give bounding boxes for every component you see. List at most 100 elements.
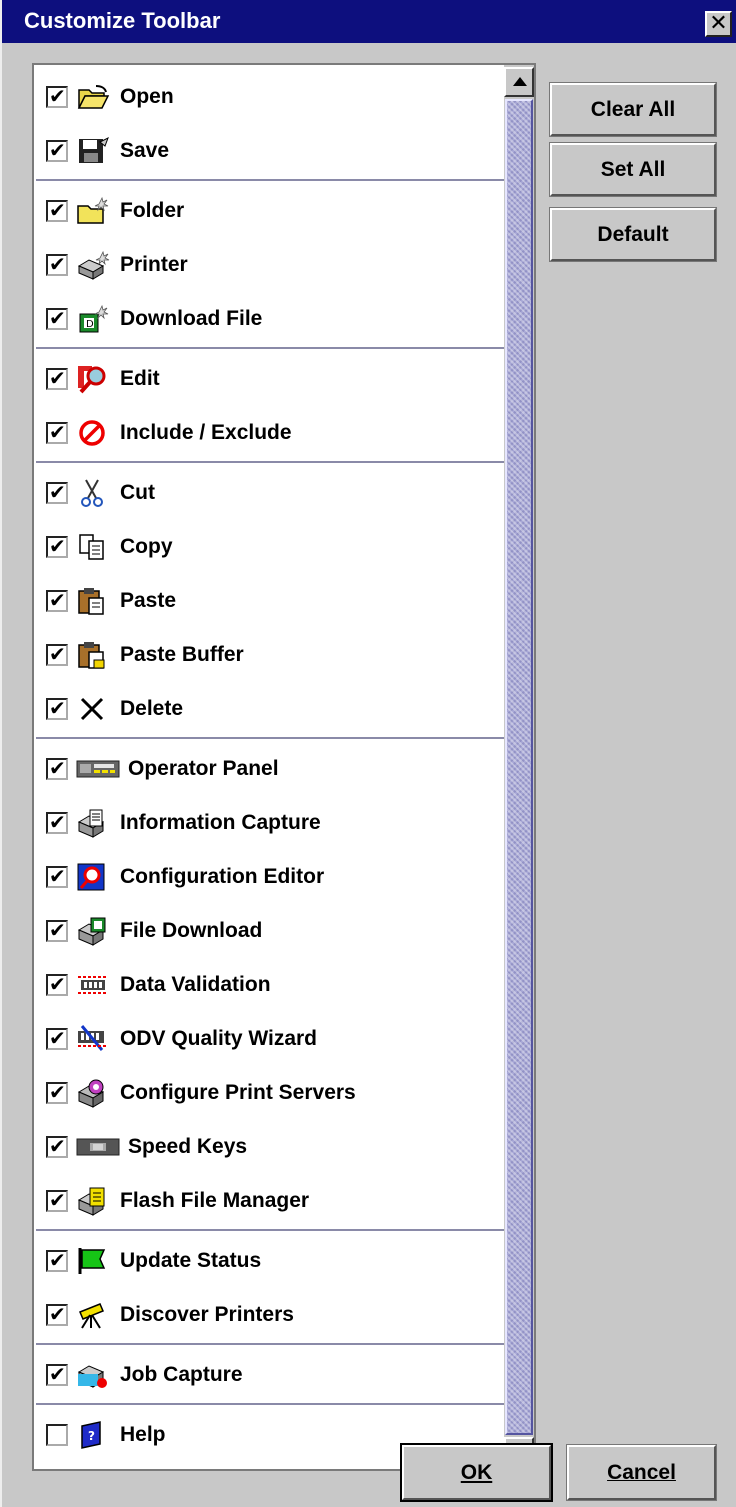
configuration-editor-icon [76, 862, 110, 892]
toolbar-item-row[interactable]: ✔ Printer [36, 239, 504, 293]
toolbar-item-row[interactable]: ✔ Job Capture [36, 1349, 504, 1403]
toolbar-item-row[interactable]: ✔ Update Status [36, 1235, 504, 1289]
checkbox-checked[interactable]: ✔ [46, 812, 68, 834]
checkmark-icon: ✔ [49, 866, 66, 888]
checkbox-checked[interactable]: ✔ [46, 482, 68, 504]
checkmark-icon: ✔ [49, 1082, 66, 1104]
scrollbar-thumb[interactable] [505, 99, 533, 1435]
toolbar-item-row[interactable]: ✔ Speed Keys [36, 1121, 504, 1175]
checkmark-icon: ✔ [49, 1190, 66, 1212]
checkbox-checked[interactable]: ✔ [46, 368, 68, 390]
green-flag-icon [76, 1246, 110, 1276]
toolbar-item-label: Flash File Manager [120, 1189, 310, 1212]
checkmark-icon: ✔ [49, 920, 66, 942]
checkbox-checked[interactable]: ✔ [46, 590, 68, 612]
title-bar[interactable]: Customize Toolbar ✕ [2, 0, 736, 43]
toolbar-item-row[interactable]: ✔ Delete [36, 683, 504, 737]
speed-keys-icon [76, 1132, 120, 1162]
checkmark-icon: ✔ [49, 1028, 66, 1050]
paste-icon [76, 586, 110, 616]
toolbar-item-row[interactable]: ✔ Cut [36, 467, 504, 521]
toolbar-item-row[interactable]: ✔ ODV Quality Wizard [36, 1013, 504, 1067]
checkmark-icon: ✔ [49, 1136, 66, 1158]
toolbar-item-label: Cut [120, 481, 155, 504]
checkbox-checked[interactable]: ✔ [46, 200, 68, 222]
checkmark-icon: ✔ [49, 758, 66, 780]
toolbar-item-row[interactable]: ✔ Discover Printers [36, 1289, 504, 1343]
checkmark-icon: ✔ [49, 308, 66, 330]
flash-file-manager-icon [76, 1186, 110, 1216]
toolbar-item-row[interactable]: ✔ Configure Print Servers [36, 1067, 504, 1121]
toolbar-item-label: Open [120, 85, 174, 108]
toolbar-item-row[interactable]: ✔ Operator Panel [36, 743, 504, 797]
checkmark-icon: ✔ [49, 482, 66, 504]
checkbox-checked[interactable]: ✔ [46, 1304, 68, 1326]
checkbox-checked[interactable]: ✔ [46, 974, 68, 996]
checkbox-checked[interactable]: ✔ [46, 758, 68, 780]
checkbox-checked[interactable]: ✔ [46, 1082, 68, 1104]
toolbar-item-row[interactable]: ✔ Save [36, 125, 504, 179]
toolbar-item-row[interactable]: ✔ Configuration Editor [36, 851, 504, 905]
set-all-button[interactable]: Set All [549, 142, 717, 197]
toolbar-item-row[interactable]: ✔ Include / Exclude [36, 407, 504, 461]
checkmark-icon: ✔ [49, 974, 66, 996]
close-button[interactable]: ✕ [705, 11, 732, 37]
toolbar-item-row[interactable]: ✔ Information Capture [36, 797, 504, 851]
ok-button[interactable]: OK [400, 1443, 553, 1502]
toolbar-item-row[interactable]: ✔ Flash File Manager [36, 1175, 504, 1229]
checkbox-checked[interactable]: ✔ [46, 1250, 68, 1272]
toolbar-group: ✔ Operator Panel ✔ Information Capture ✔ Conf… [36, 739, 504, 1231]
checkbox-checked[interactable]: ✔ [46, 308, 68, 330]
cancel-button[interactable]: Cancel [566, 1444, 717, 1501]
toolbar-item-row[interactable]: ✔ Copy [36, 521, 504, 575]
odv-wizard-icon [76, 1024, 110, 1054]
data-validation-icon [76, 970, 110, 1000]
vertical-scrollbar[interactable] [504, 65, 534, 1469]
toolbar-item-row[interactable]: ✔ D Download File [36, 293, 504, 347]
checkbox-unchecked[interactable] [46, 1424, 68, 1446]
toolbar-item-row[interactable]: ✔ Paste Buffer [36, 629, 504, 683]
download-file-icon: D [76, 304, 110, 334]
checkbox-checked[interactable]: ✔ [46, 1190, 68, 1212]
checkbox-checked[interactable]: ✔ [46, 1028, 68, 1050]
toolbar-item-label: Help [120, 1423, 166, 1446]
toolbar-item-label: Operator Panel [128, 757, 279, 780]
checkmark-icon: ✔ [49, 698, 66, 720]
checkbox-checked[interactable]: ✔ [46, 86, 68, 108]
checkbox-checked[interactable]: ✔ [46, 1136, 68, 1158]
checkbox-checked[interactable]: ✔ [46, 920, 68, 942]
toolbar-item-row[interactable]: ✔ Open [36, 71, 504, 125]
checkbox-checked[interactable]: ✔ [46, 644, 68, 666]
checkbox-checked[interactable]: ✔ [46, 698, 68, 720]
default-button[interactable]: Default [549, 207, 717, 262]
toolbar-item-row[interactable]: ✔ File Download [36, 905, 504, 959]
help-book-icon: ? [76, 1420, 110, 1450]
checkmark-icon: ✔ [49, 1304, 66, 1326]
toolbar-item-row[interactable]: ✔ Data Validation [36, 959, 504, 1013]
toolbar-item-row[interactable]: ✔ Paste [36, 575, 504, 629]
scroll-up-button[interactable] [504, 67, 534, 97]
checkbox-checked[interactable]: ✔ [46, 866, 68, 888]
checkbox-checked[interactable]: ✔ [46, 422, 68, 444]
toolbar-item-label: Copy [120, 535, 173, 558]
close-icon: ✕ [709, 10, 728, 35]
checkbox-checked[interactable]: ✔ [46, 1364, 68, 1386]
checkmark-icon: ✔ [49, 422, 66, 444]
toolbar-item-label: Update Status [120, 1249, 262, 1272]
toolbar-item-label: Delete [120, 697, 184, 720]
checkmark-icon: ✔ [49, 644, 66, 666]
toolbar-item-label: Information Capture [120, 811, 321, 834]
paste-buffer-icon [76, 640, 110, 670]
clear-all-button[interactable]: Clear All [549, 82, 717, 137]
copy-icon [76, 532, 110, 562]
toolbar-item-row[interactable]: ✔ Folder [36, 185, 504, 239]
toolbar-item-row[interactable]: ✔ Edit [36, 353, 504, 407]
checkbox-checked[interactable]: ✔ [46, 254, 68, 276]
checkmark-icon: ✔ [49, 254, 66, 276]
toolbar-item-label: Configure Print Servers [120, 1081, 356, 1104]
toolbar-group: ✔ Folder ✔ Printer ✔ D Download File [36, 181, 504, 349]
checkbox-checked[interactable]: ✔ [46, 140, 68, 162]
checkbox-checked[interactable]: ✔ [46, 536, 68, 558]
toolbar-item-label: Speed Keys [128, 1135, 248, 1158]
operator-panel-icon [76, 754, 120, 784]
